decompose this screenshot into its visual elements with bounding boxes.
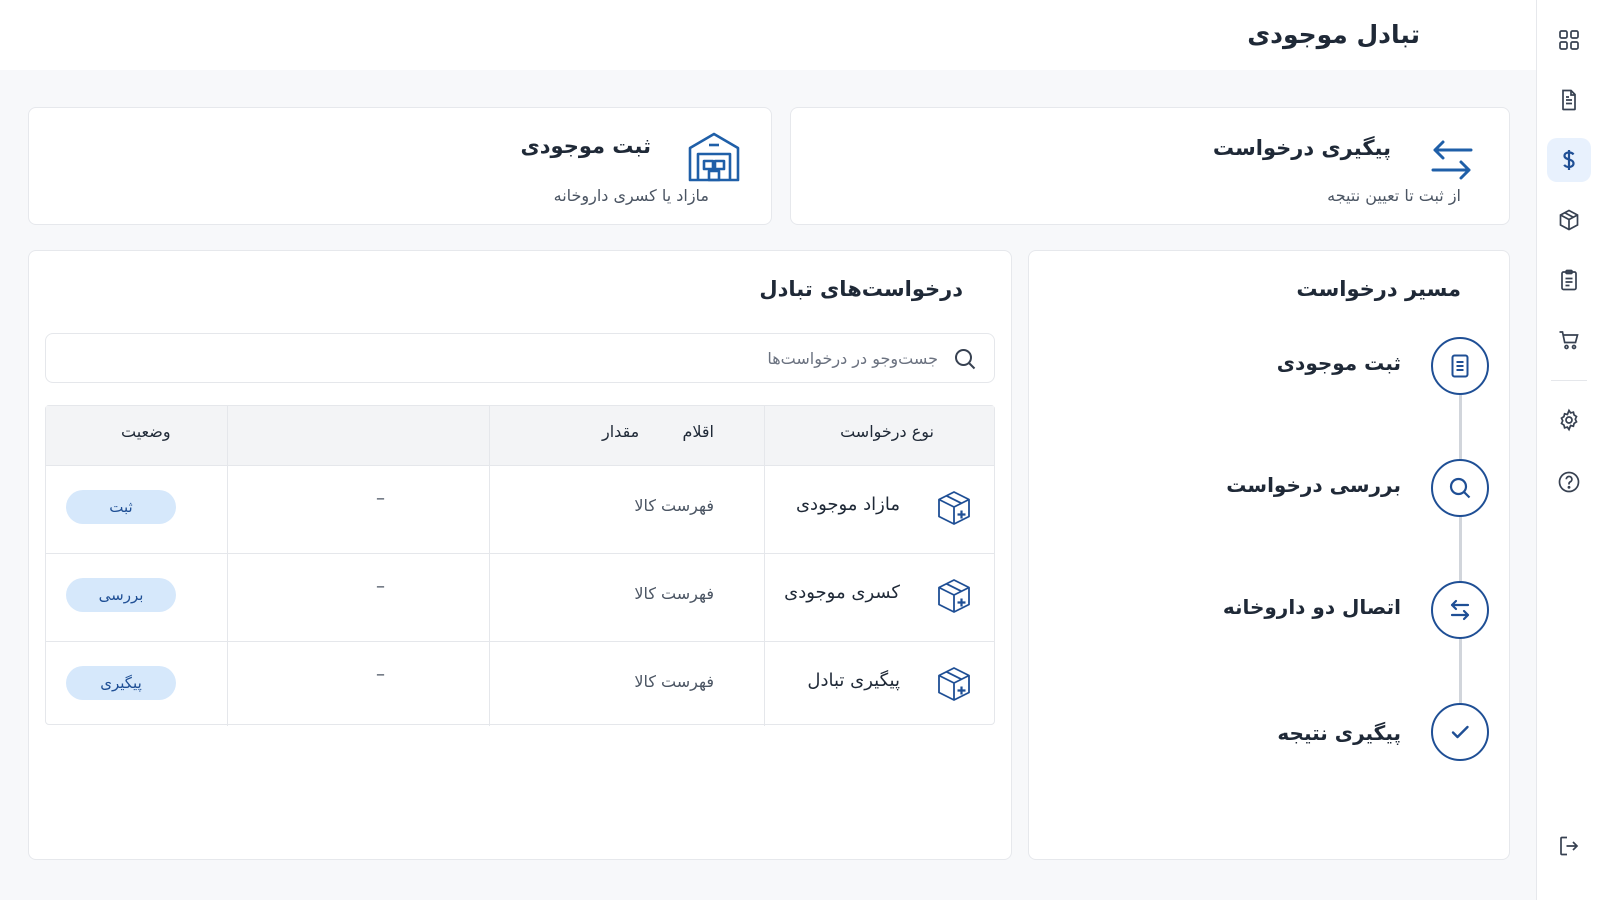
warehouse-icon <box>687 130 741 184</box>
search-box <box>45 333 995 383</box>
requests-table: نوع درخواست اقلام مقدار وضعیت مازاد موجو… <box>45 405 995 726</box>
grid-icon[interactable] <box>1547 18 1591 62</box>
exchange-requests-panel: درخواست‌های تبادل نوع درخواست اقلام مقدا… <box>28 250 1012 860</box>
document-icon[interactable] <box>1547 78 1591 122</box>
column-header-quantity: مقدار <box>602 422 640 441</box>
rail-divider <box>1551 380 1587 381</box>
card-title: پیگیری درخواست <box>1212 136 1391 160</box>
items-link[interactable]: فهرست کالا <box>634 496 714 515</box>
document-icon <box>1431 337 1489 395</box>
quantity-value: – <box>376 488 385 509</box>
exchange-icon <box>1431 581 1489 639</box>
medicine-box-icon <box>934 576 974 616</box>
logout-icon[interactable] <box>1547 824 1591 868</box>
quantity-value: – <box>376 664 385 685</box>
request-type: پیگیری تبادل <box>807 670 900 691</box>
medicine-box-icon <box>934 664 974 704</box>
check-icon <box>1431 703 1489 761</box>
help-icon[interactable] <box>1547 460 1591 504</box>
card-subtitle: مازاد یا کسری داروخانه <box>553 186 709 205</box>
cart-icon[interactable] <box>1547 318 1591 362</box>
quantity-value: – <box>376 576 385 597</box>
status-badge: بررسی <box>66 578 176 612</box>
request-type: کسری موجودی <box>784 582 900 603</box>
exchange-icon <box>1425 134 1479 188</box>
table-row[interactable]: کسری موجودی فهرست کالا – بررسی <box>46 554 994 642</box>
requests-title: درخواست‌های تبادل <box>759 277 963 301</box>
card-subtitle: از ثبت تا تعیین نتیجه <box>1327 186 1461 205</box>
table-row[interactable]: مازاد موجودی فهرست کالا – ثبت <box>46 466 994 554</box>
items-link[interactable]: فهرست کالا <box>634 672 714 691</box>
column-header-items: اقلام <box>682 422 714 441</box>
step-connector <box>1459 366 1462 736</box>
search-input[interactable] <box>338 342 938 374</box>
page-title: تبادل موجودی <box>1247 20 1420 49</box>
step-label-review: بررسی درخواست <box>1226 473 1401 497</box>
table-row[interactable]: پیگیری تبادل فهرست کالا – پیگیری <box>46 642 994 730</box>
card-title: ثبت موجودی <box>520 134 652 158</box>
step-label-register: ثبت موجودی <box>1276 351 1401 375</box>
search-icon[interactable] <box>952 346 978 372</box>
step-label-follow: پیگیری نتیجه <box>1277 721 1401 745</box>
request-type: مازاد موجودی <box>795 494 900 515</box>
dollar-icon[interactable] <box>1547 138 1591 182</box>
register-inventory-card[interactable]: ثبت موجودی مازاد یا کسری داروخانه <box>28 107 772 225</box>
search-icon <box>1431 459 1489 517</box>
gear-icon[interactable] <box>1547 398 1591 442</box>
clipboard-icon[interactable] <box>1547 258 1591 302</box>
medicine-box-icon <box>934 488 974 528</box>
column-header-status: وضعیت <box>121 422 171 441</box>
status-badge: ثبت <box>66 490 176 524</box>
sidebar-rail <box>1536 0 1600 900</box>
follow-request-card[interactable]: پیگیری درخواست از ثبت تا تعیین نتیجه <box>790 107 1510 225</box>
top-header: تبادل موجودی <box>0 0 1536 70</box>
steps-title: مسیر درخواست <box>1296 277 1461 301</box>
items-link[interactable]: فهرست کالا <box>634 584 714 603</box>
box-icon[interactable] <box>1547 198 1591 242</box>
request-path-panel: مسیر درخواست ثبت موجودی بررسی درخواست ات… <box>1028 250 1510 860</box>
step-label-connect: اتصال دو داروخانه <box>1222 595 1401 619</box>
status-badge: پیگیری <box>66 666 176 700</box>
column-header-type: نوع درخواست <box>840 422 934 441</box>
table-header: نوع درخواست اقلام مقدار وضعیت <box>46 406 994 466</box>
